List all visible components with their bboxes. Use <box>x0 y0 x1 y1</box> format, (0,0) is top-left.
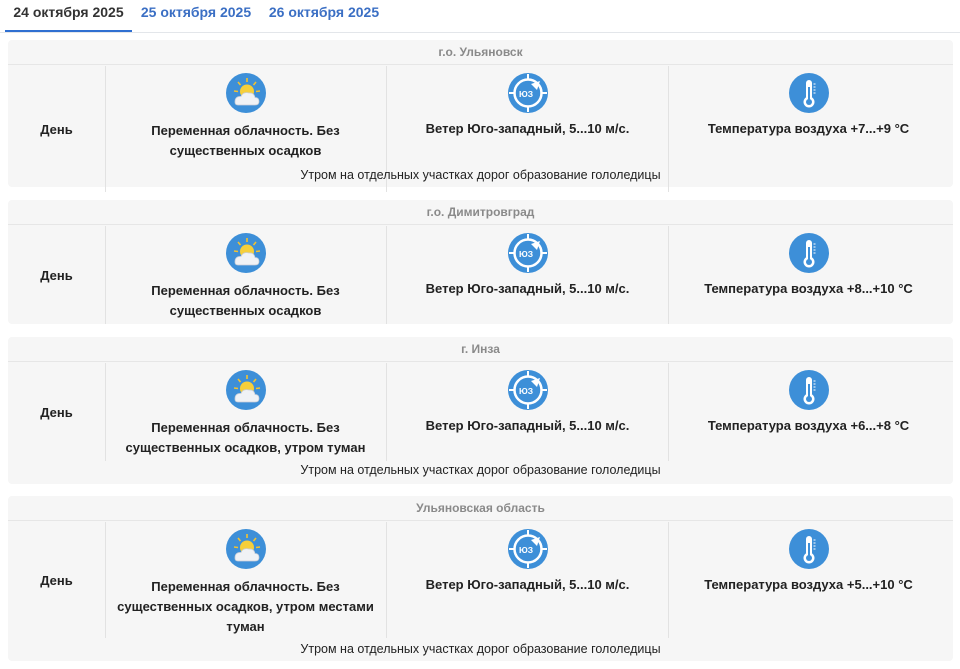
period-label: День <box>8 522 106 638</box>
thermometer-icon <box>788 232 830 274</box>
tab-24-october[interactable]: 24 октября 2025 <box>5 0 132 32</box>
road-warning-note: Утром на отдельных участках дорог образо… <box>300 463 661 477</box>
forecast-row: День Переменная облачность. Без существен… <box>8 226 953 324</box>
tab-25-october[interactable]: 25 октября 2025 <box>138 0 254 30</box>
region-card: Ульяновская область День Переменная облачн… <box>8 496 953 661</box>
region-title: г. Инза <box>8 337 953 362</box>
wind-direction-icon: ЮЗ <box>507 72 549 114</box>
region-title: г.о. Ульяновск <box>8 40 953 65</box>
wind-info-cell: ЮЗ Ветер Юго-западный, 5...10 м/с. <box>387 363 669 461</box>
forecast-row: День Переменная облачность. Без существен… <box>8 363 953 461</box>
partly-cloudy-icon <box>225 72 267 114</box>
region-card: г. Инза День Переменная облачность. Без су… <box>8 337 953 484</box>
forecast-row: День Переменная облачность. Без существен… <box>8 522 953 638</box>
temperature-info-cell: Температура воздуха +8...+10 °С <box>668 226 949 324</box>
region-card: г.о. Ульяновск День Переменная облачность.… <box>8 40 953 192</box>
wind-info-text: Ветер Юго-западный, 5...10 м/с. <box>425 577 630 592</box>
region-title: г.о. Димитровград <box>8 200 953 225</box>
temperature-info-cell: Температура воздуха +5...+10 °С <box>668 522 949 638</box>
date-tabs: 24 октября 2025 25 октября 2025 26 октяб… <box>0 0 960 33</box>
partly-cloudy-icon <box>225 528 267 570</box>
temperature-info-text: Температура воздуха +5...+10 °С <box>704 577 913 592</box>
wind-direction-icon: ЮЗ <box>507 528 549 570</box>
period-label: День <box>8 363 106 461</box>
wind-direction-icon: ЮЗ <box>507 232 549 274</box>
temperature-info-text: Температура воздуха +8...+10 °С <box>704 281 913 296</box>
region-title: Ульяновская область <box>8 496 953 521</box>
wind-info-text: Ветер Юго-западный, 5...10 м/с. <box>425 121 630 136</box>
thermometer-icon <box>788 72 830 114</box>
wind-direction-icon: ЮЗ <box>507 369 549 411</box>
sky-condition-text: Переменная облачность. Без существенных … <box>117 579 374 634</box>
partly-cloudy-icon <box>225 232 267 274</box>
wind-info-text: Ветер Юго-западный, 5...10 м/с. <box>425 281 630 296</box>
road-warning-note: Утром на отдельных участках дорог образо… <box>300 168 661 182</box>
temperature-info-text: Температура воздуха +7...+9 °С <box>707 121 910 136</box>
wind-info-cell: ЮЗ Ветер Юго-западный, 5...10 м/с. <box>387 522 669 638</box>
wind-info-text: Ветер Юго-западный, 5...10 м/с. <box>425 418 630 433</box>
sky-condition-cell: Переменная облачность. Без существенных … <box>105 226 387 324</box>
sky-condition-text: Переменная облачность. Без существенных … <box>151 283 340 318</box>
sky-condition-text: Переменная облачность. Без существенных … <box>125 420 366 455</box>
thermometer-icon <box>788 528 830 570</box>
svg-text:ЮЗ: ЮЗ <box>518 89 532 99</box>
road-warning-note: Утром на отдельных участках дорог образо… <box>300 642 661 656</box>
svg-text:ЮЗ: ЮЗ <box>518 545 532 555</box>
sky-condition-cell: Переменная облачность. Без существенных … <box>105 522 387 638</box>
sky-condition-cell: Переменная облачность. Без существенных … <box>105 363 387 461</box>
partly-cloudy-icon <box>225 369 267 411</box>
wind-info-cell: ЮЗ Ветер Юго-западный, 5...10 м/с. <box>387 226 669 324</box>
temperature-info-cell: Температура воздуха +6...+8 °С <box>668 363 949 461</box>
svg-text:ЮЗ: ЮЗ <box>518 249 532 259</box>
temperature-info-text: Температура воздуха +6...+8 °С <box>707 418 910 433</box>
svg-text:ЮЗ: ЮЗ <box>518 386 532 396</box>
thermometer-icon <box>788 369 830 411</box>
sky-condition-text: Переменная облачность. Без существенных … <box>151 123 340 158</box>
tab-26-october[interactable]: 26 октября 2025 <box>266 0 382 30</box>
region-card: г.о. Димитровград День Переменная облачнос… <box>8 200 953 324</box>
period-label: День <box>8 226 106 324</box>
